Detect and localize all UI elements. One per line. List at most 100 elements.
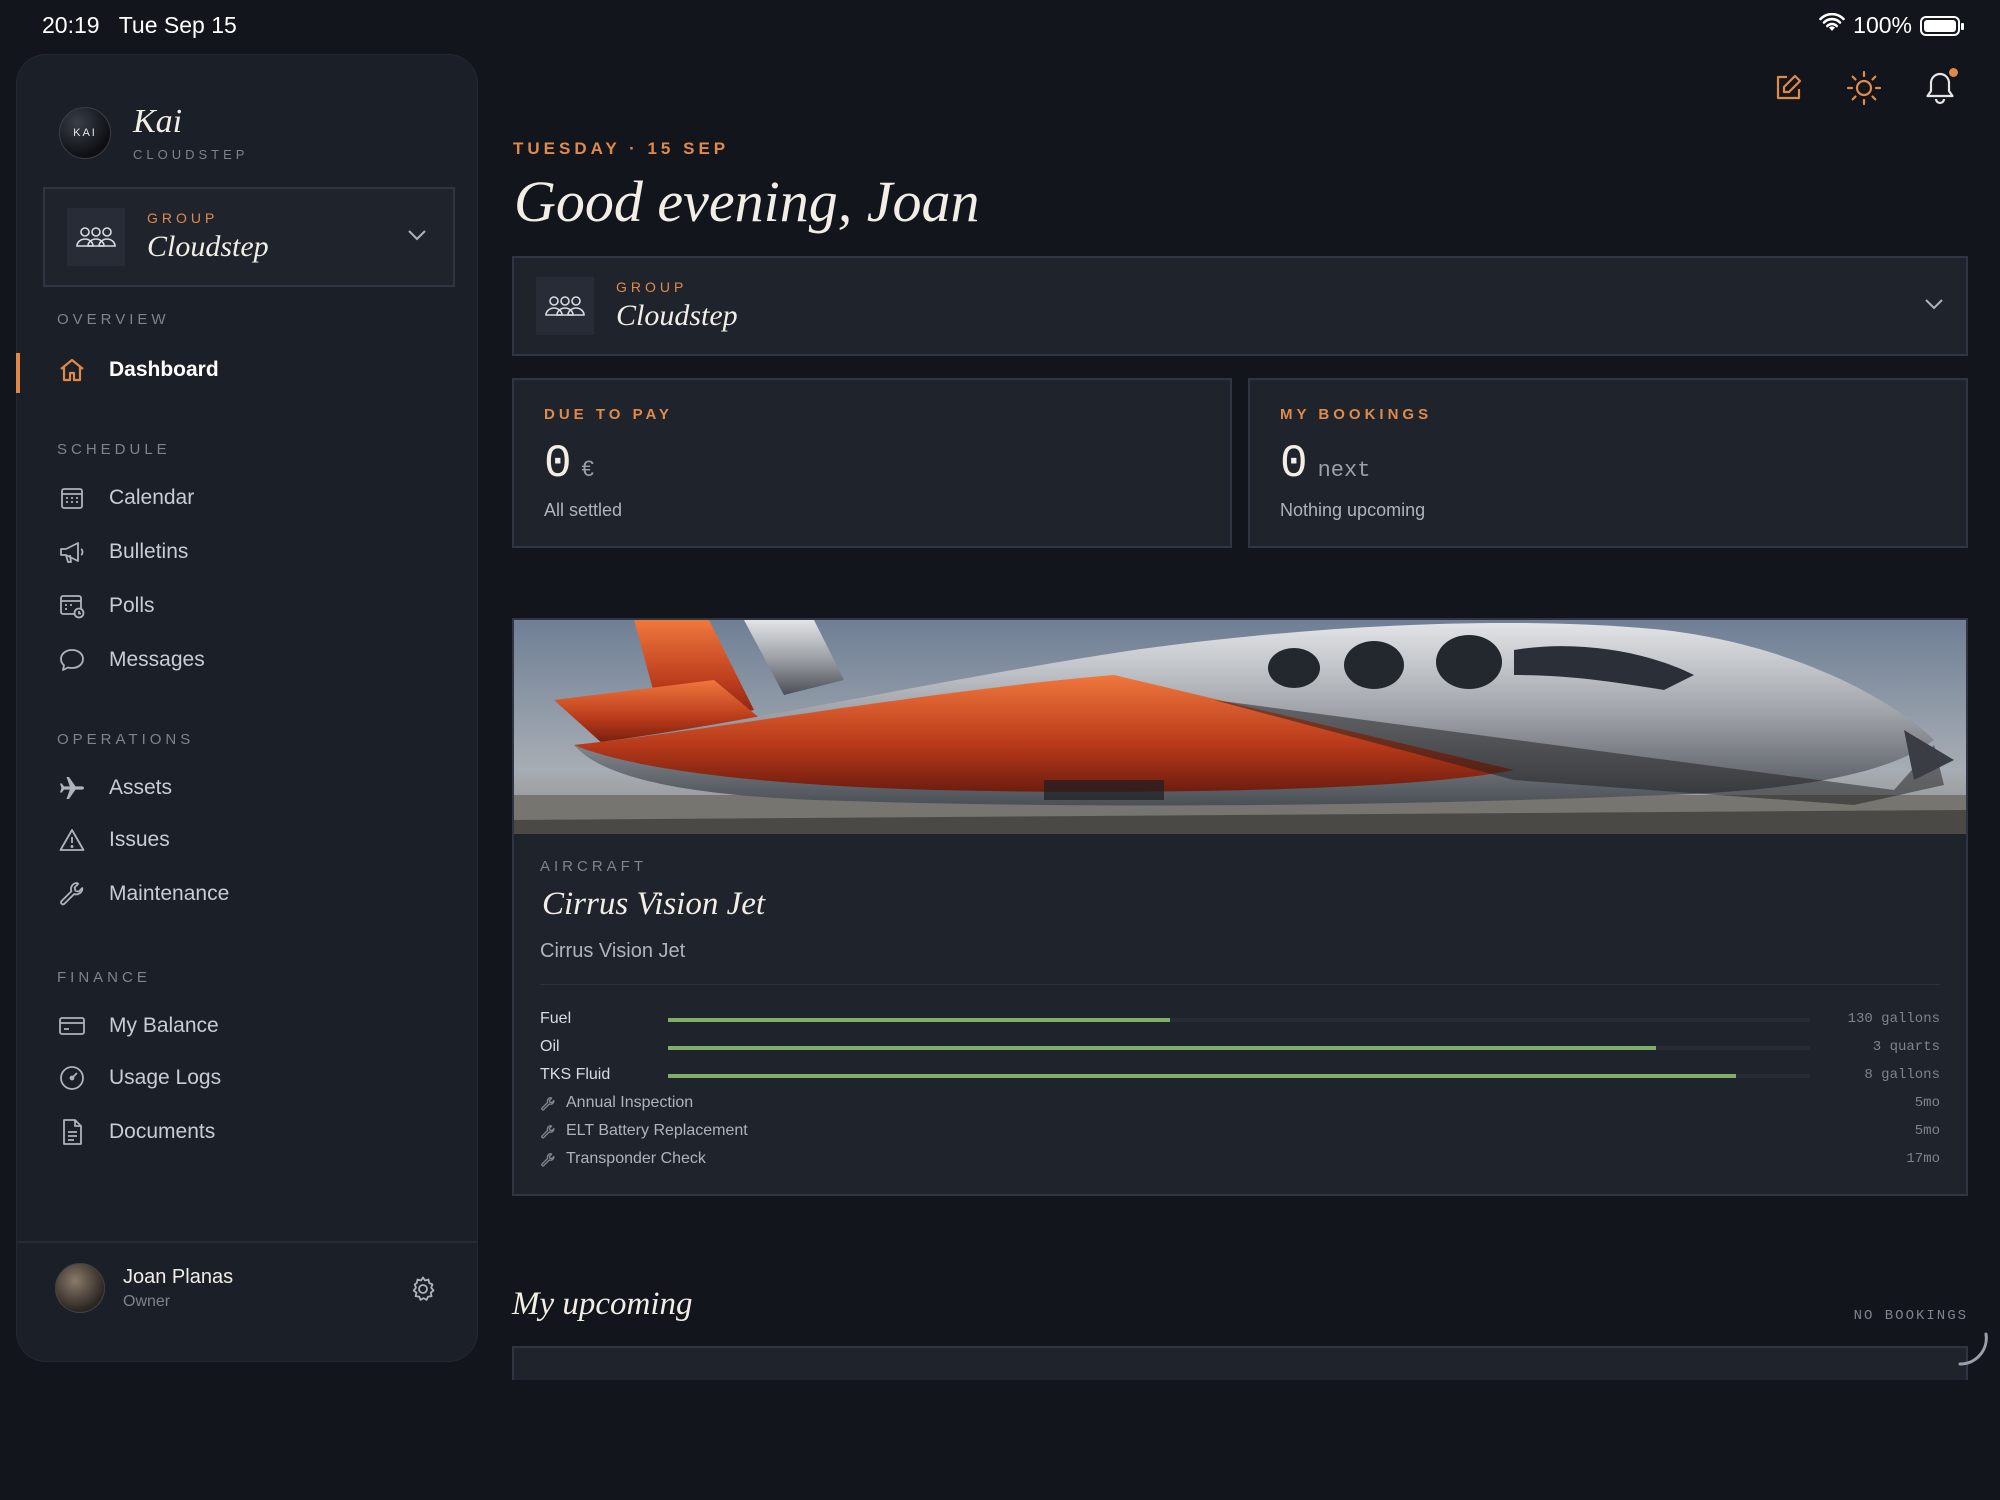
stat-subtext: Nothing upcoming (1280, 500, 1426, 520)
battery-icon (1920, 15, 1964, 36)
gauge-fill (668, 1018, 1171, 1022)
user-profile[interactable]: Joan Planas Owner (55, 1263, 233, 1313)
sidebar-item-dashboard[interactable]: Dashboard (57, 355, 219, 385)
stat-label: DUE TO PAY (544, 406, 673, 423)
stat-subtext: All settled (544, 500, 623, 520)
aircraft-card[interactable]: AIRCRAFT Cirrus Vision Jet Cirrus Vision… (512, 618, 1968, 1196)
stat-number: 0 (1280, 438, 1308, 490)
group-icon (67, 208, 125, 266)
stat-label: MY BOOKINGS (1280, 406, 1433, 423)
gauge-value: 3 quarts (1872, 1039, 1940, 1055)
sidebar: KAI Kai CLOUDSTEP GROUP Cloudstep OVERVI… (16, 54, 478, 1362)
settings-button[interactable] (409, 1275, 439, 1305)
sidebar-item-label: Bulletins (109, 540, 189, 563)
sidebar-group-selector[interactable]: GROUP Cloudstep (43, 187, 455, 287)
wifi-icon (1819, 12, 1845, 39)
sidebar-divider (17, 1241, 477, 1243)
wrench-icon (540, 1124, 556, 1140)
gauge-track (668, 1018, 1810, 1022)
sidebar-item-issues[interactable]: Issues (57, 825, 170, 855)
brand-name: Kai (133, 103, 183, 140)
sidebar-item-label: Usage Logs (109, 1066, 222, 1089)
group-label: GROUP (147, 210, 219, 226)
group-name: Cloudstep (616, 299, 738, 332)
maintenance-due: 5mo (1914, 1095, 1940, 1111)
calendar-icon (57, 483, 87, 513)
aircraft-label: AIRCRAFT (540, 858, 647, 875)
maintenance-name: ELT Battery Replacement (566, 1122, 748, 1139)
top-actions (1768, 68, 1960, 110)
stat-value: 0 next (1280, 438, 1370, 490)
home-icon (57, 355, 87, 385)
sidebar-item-polls[interactable]: Polls (57, 591, 155, 621)
gauge-fill (668, 1046, 1656, 1050)
divider (540, 984, 1940, 985)
sidebar-item-label: Polls (109, 594, 155, 617)
sidebar-item-label: Documents (109, 1120, 216, 1143)
warning-triangle-icon (57, 825, 87, 855)
status-bar: 20:19 Tue Sep 15 100% (0, 0, 2000, 52)
gauge-value: 130 gallons (1847, 1011, 1940, 1027)
battery-percent: 100% (1853, 12, 1912, 38)
maintenance-due: 5mo (1914, 1123, 1940, 1139)
status-indicators: 100% (1819, 12, 1964, 39)
aircraft-title: Cirrus Vision Jet (542, 886, 766, 922)
maintenance-name: Transponder Check (566, 1150, 706, 1167)
section-overview: OVERVIEW (57, 311, 170, 328)
stat-value: 0 € (544, 438, 594, 490)
maintenance-item: Transponder Check 17mo (540, 1148, 1940, 1172)
sidebar-item-my-balance[interactable]: My Balance (57, 1011, 219, 1041)
document-icon (57, 1117, 87, 1147)
sidebar-item-bulletins[interactable]: Bulletins (57, 537, 188, 567)
wrench-icon (57, 879, 87, 909)
group-selector[interactable]: GROUP Cloudstep (512, 256, 1968, 356)
brand-subtitle: CLOUDSTEP (133, 147, 249, 162)
sidebar-item-documents[interactable]: Documents (57, 1117, 215, 1147)
gauge-icon (57, 1063, 87, 1093)
megaphone-icon (57, 537, 87, 567)
notifications-button[interactable] (1920, 68, 1960, 110)
user-role: Owner (123, 1292, 171, 1310)
airplane-icon (57, 773, 87, 803)
page-title: Good evening, Joan (514, 169, 980, 234)
maintenance-name: Annual Inspection (566, 1094, 694, 1111)
stat-number: 0 (544, 438, 572, 490)
sidebar-item-messages[interactable]: Messages (57, 645, 205, 675)
gauge-value: 8 gallons (1864, 1067, 1940, 1083)
gear-icon (409, 1276, 437, 1307)
sidebar-item-label: Assets (109, 776, 173, 799)
sidebar-item-maintenance[interactable]: Maintenance (57, 879, 229, 909)
section-schedule: SCHEDULE (57, 441, 171, 458)
wrench-icon (540, 1096, 556, 1112)
section-operations: OPERATIONS (57, 731, 195, 748)
sidebar-item-label: My Balance (109, 1014, 219, 1037)
status-time-date: 20:19 Tue Sep 15 (42, 12, 237, 38)
sidebar-item-assets[interactable]: Assets (57, 773, 172, 803)
wrench-icon (540, 1152, 556, 1168)
gauge-fill (668, 1074, 1736, 1078)
my-bookings-card[interactable]: MY BOOKINGS 0 next Nothing upcoming (1248, 378, 1968, 548)
sidebar-item-calendar[interactable]: Calendar (57, 483, 194, 513)
brand[interactable]: KAI Kai CLOUDSTEP (59, 103, 248, 162)
compose-button[interactable] (1768, 70, 1808, 110)
gauge-oil: Oil 3 quarts (540, 1036, 1940, 1060)
maintenance-item: ELT Battery Replacement 5mo (540, 1120, 1940, 1144)
sun-icon (1846, 70, 1882, 111)
due-to-pay-card[interactable]: DUE TO PAY 0 € All settled (512, 378, 1232, 548)
group-label: GROUP (616, 279, 688, 295)
credit-card-icon (57, 1011, 87, 1041)
sidebar-item-usage-logs[interactable]: Usage Logs (57, 1063, 221, 1093)
sidebar-item-label: Messages (109, 648, 205, 671)
gauge-fuel: Fuel 130 gallons (540, 1008, 1940, 1032)
gauge-label: Oil (540, 1038, 560, 1055)
theme-toggle-button[interactable] (1844, 70, 1884, 110)
sidebar-item-label: Dashboard (109, 358, 219, 381)
brand-logo: KAI (59, 106, 111, 159)
sidebar-item-label: Calendar (109, 486, 195, 509)
group-icon (536, 277, 594, 335)
upcoming-list (512, 1346, 1968, 1380)
chat-bubble-icon (57, 645, 87, 675)
active-indicator (16, 353, 20, 393)
maintenance-due: 17mo (1906, 1151, 1940, 1167)
edit-icon (1773, 73, 1803, 108)
